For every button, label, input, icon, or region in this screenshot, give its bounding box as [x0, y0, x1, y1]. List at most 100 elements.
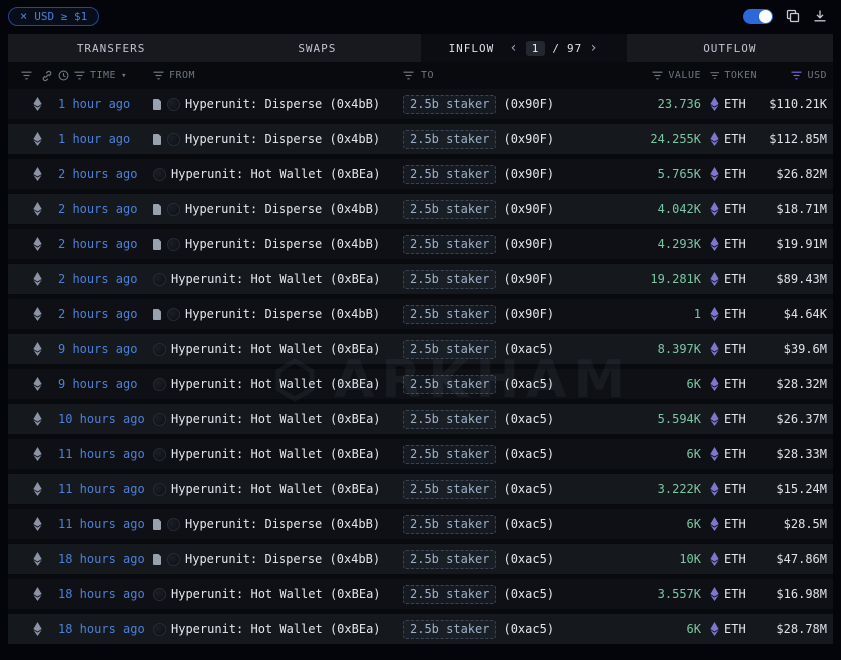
transaction-time-link[interactable]: 9 hours ago	[58, 377, 137, 391]
transaction-time-link[interactable]: 2 hours ago	[58, 167, 137, 181]
table-row[interactable]: 11 hours ago Hyperunit: Hot Wallet (0xBE…	[8, 474, 833, 504]
table-row[interactable]: 9 hours ago Hyperunit: Hot Wallet (0xBEa…	[8, 369, 833, 399]
table-row[interactable]: 2 hours ago Hyperunit: Disperse (0x4bB) …	[8, 229, 833, 259]
to-cell[interactable]: 2.5b staker (0x90F)	[403, 235, 643, 254]
tab-swaps[interactable]: SWAPS	[214, 34, 420, 62]
transaction-time-link[interactable]: 2 hours ago	[58, 307, 137, 321]
column-header-from[interactable]: FROM	[153, 70, 403, 81]
transaction-time-link[interactable]: 18 hours ago	[58, 622, 145, 636]
from-cell[interactable]: Hyperunit: Disperse (0x4bB)	[153, 97, 403, 111]
table-row[interactable]: 18 hours ago Hyperunit: Disperse (0x4bB)…	[8, 544, 833, 574]
to-entity-badge[interactable]: 2.5b staker	[403, 165, 496, 184]
transaction-time-link[interactable]: 11 hours ago	[58, 517, 145, 531]
to-entity-badge[interactable]: 2.5b staker	[403, 550, 496, 569]
to-cell[interactable]: 2.5b staker (0xac5)	[403, 550, 643, 569]
tx-link-icon[interactable]	[41, 70, 53, 82]
from-cell[interactable]: Hyperunit: Disperse (0x4bB)	[153, 202, 403, 216]
to-address: (0xac5)	[503, 552, 554, 566]
from-cell[interactable]: Hyperunit: Disperse (0x4bB)	[153, 517, 403, 531]
to-entity-badge[interactable]: 2.5b staker	[403, 270, 496, 289]
column-header-to[interactable]: TO	[403, 70, 643, 81]
transaction-time-link[interactable]: 18 hours ago	[58, 587, 145, 601]
to-cell[interactable]: 2.5b staker (0xac5)	[403, 340, 643, 359]
from-cell[interactable]: Hyperunit: Hot Wallet (0xBEa)	[153, 412, 403, 426]
remove-filter-icon[interactable]: ×	[20, 10, 27, 22]
from-cell[interactable]: Hyperunit: Hot Wallet (0xBEa)	[153, 482, 403, 496]
table-row[interactable]: 1 hour ago Hyperunit: Disperse (0x4bB) 2…	[8, 124, 833, 154]
to-entity-badge[interactable]: 2.5b staker	[403, 515, 496, 534]
to-entity-badge[interactable]: 2.5b staker	[403, 130, 496, 149]
transaction-time-link[interactable]: 2 hours ago	[58, 237, 137, 251]
transaction-time-link[interactable]: 2 hours ago	[58, 202, 137, 216]
from-cell[interactable]: Hyperunit: Disperse (0x4bB)	[153, 237, 403, 251]
tab-outflow[interactable]: OUTFLOW	[627, 34, 833, 62]
transaction-time-link[interactable]: 1 hour ago	[58, 132, 130, 146]
table-row[interactable]: 10 hours ago Hyperunit: Hot Wallet (0xBE…	[8, 404, 833, 434]
to-entity-badge[interactable]: 2.5b staker	[403, 200, 496, 219]
to-entity-badge[interactable]: 2.5b staker	[403, 445, 496, 464]
from-cell[interactable]: Hyperunit: Disperse (0x4bB)	[153, 552, 403, 566]
table-row[interactable]: 18 hours ago Hyperunit: Hot Wallet (0xBE…	[8, 579, 833, 609]
to-cell[interactable]: 2.5b staker (0xac5)	[403, 375, 643, 394]
to-cell[interactable]: 2.5b staker (0xac5)	[403, 620, 643, 639]
table-row[interactable]: 2 hours ago Hyperunit: Disperse (0x4bB) …	[8, 194, 833, 224]
from-cell[interactable]: Hyperunit: Hot Wallet (0xBEa)	[153, 272, 403, 286]
from-cell[interactable]: Hyperunit: Disperse (0x4bB)	[153, 307, 403, 321]
table-row[interactable]: 18 hours ago Hyperunit: Hot Wallet (0xBE…	[8, 614, 833, 644]
tab-inflow[interactable]: INFLOW ‹ 1 / 97 ›	[421, 34, 627, 62]
to-cell[interactable]: 2.5b staker (0xac5)	[403, 515, 643, 534]
from-cell[interactable]: Hyperunit: Hot Wallet (0xBEa)	[153, 377, 403, 391]
table-row[interactable]: 1 hour ago Hyperunit: Disperse (0x4bB) 2…	[8, 89, 833, 119]
table-row[interactable]: 2 hours ago Hyperunit: Disperse (0x4bB) …	[8, 299, 833, 329]
copy-icon[interactable]	[786, 9, 800, 23]
usd-filter-chip[interactable]: × USD ≥ $1	[8, 7, 99, 26]
to-cell[interactable]: 2.5b staker (0x90F)	[403, 270, 643, 289]
from-cell[interactable]: Hyperunit: Hot Wallet (0xBEa)	[153, 447, 403, 461]
to-entity-badge[interactable]: 2.5b staker	[403, 480, 496, 499]
to-entity-badge[interactable]: 2.5b staker	[403, 95, 496, 114]
to-entity-badge[interactable]: 2.5b staker	[403, 620, 496, 639]
transaction-time-link[interactable]: 11 hours ago	[58, 447, 145, 461]
table-row[interactable]: 11 hours ago Hyperunit: Disperse (0x4bB)…	[8, 509, 833, 539]
to-cell[interactable]: 2.5b staker (0xac5)	[403, 585, 643, 604]
from-cell[interactable]: Hyperunit: Hot Wallet (0xBEa)	[153, 342, 403, 356]
transaction-time-link[interactable]: 18 hours ago	[58, 552, 145, 566]
column-header-usd[interactable]: USD	[757, 70, 827, 81]
next-page-icon[interactable]: ›	[589, 41, 598, 55]
to-cell[interactable]: 2.5b staker (0xac5)	[403, 445, 643, 464]
to-entity-badge[interactable]: 2.5b staker	[403, 585, 496, 604]
to-cell[interactable]: 2.5b staker (0x90F)	[403, 95, 643, 114]
to-entity-badge[interactable]: 2.5b staker	[403, 305, 496, 324]
from-cell[interactable]: Hyperunit: Hot Wallet (0xBEa)	[153, 622, 403, 636]
transaction-time-link[interactable]: 2 hours ago	[58, 272, 137, 286]
to-entity-badge[interactable]: 2.5b staker	[403, 375, 496, 394]
from-cell[interactable]: Hyperunit: Hot Wallet (0xBEa)	[153, 167, 403, 181]
to-entity-badge[interactable]: 2.5b staker	[403, 340, 496, 359]
column-header-token[interactable]: TOKEN	[701, 70, 757, 81]
transaction-time-link[interactable]: 10 hours ago	[58, 412, 145, 426]
transaction-time-link[interactable]: 11 hours ago	[58, 482, 145, 496]
table-row[interactable]: 9 hours ago Hyperunit: Hot Wallet (0xBEa…	[8, 334, 833, 364]
usd-toggle-switch[interactable]	[743, 9, 773, 24]
tab-transfers[interactable]: TRANSFERS	[8, 34, 214, 62]
table-row[interactable]: 2 hours ago Hyperunit: Hot Wallet (0xBEa…	[8, 159, 833, 189]
column-header-time[interactable]: TIME ▾	[58, 70, 153, 81]
from-cell[interactable]: Hyperunit: Disperse (0x4bB)	[153, 132, 403, 146]
to-cell[interactable]: 2.5b staker (0x90F)	[403, 130, 643, 149]
column-header-value[interactable]: VALUE	[643, 70, 701, 81]
from-cell[interactable]: Hyperunit: Hot Wallet (0xBEa)	[153, 587, 403, 601]
to-cell[interactable]: 2.5b staker (0x90F)	[403, 200, 643, 219]
to-cell[interactable]: 2.5b staker (0xac5)	[403, 480, 643, 499]
table-row[interactable]: 2 hours ago Hyperunit: Hot Wallet (0xBEa…	[8, 264, 833, 294]
to-cell[interactable]: 2.5b staker (0xac5)	[403, 410, 643, 429]
to-entity-badge[interactable]: 2.5b staker	[403, 410, 496, 429]
transaction-time-link[interactable]: 1 hour ago	[58, 97, 130, 111]
table-row[interactable]: 11 hours ago Hyperunit: Hot Wallet (0xBE…	[8, 439, 833, 469]
transaction-time-link[interactable]: 9 hours ago	[58, 342, 137, 356]
to-cell[interactable]: 2.5b staker (0x90F)	[403, 165, 643, 184]
to-entity-badge[interactable]: 2.5b staker	[403, 235, 496, 254]
to-cell[interactable]: 2.5b staker (0x90F)	[403, 305, 643, 324]
download-icon[interactable]	[813, 9, 827, 23]
filter-icon[interactable]	[21, 71, 32, 80]
prev-page-icon[interactable]: ‹	[509, 41, 518, 55]
